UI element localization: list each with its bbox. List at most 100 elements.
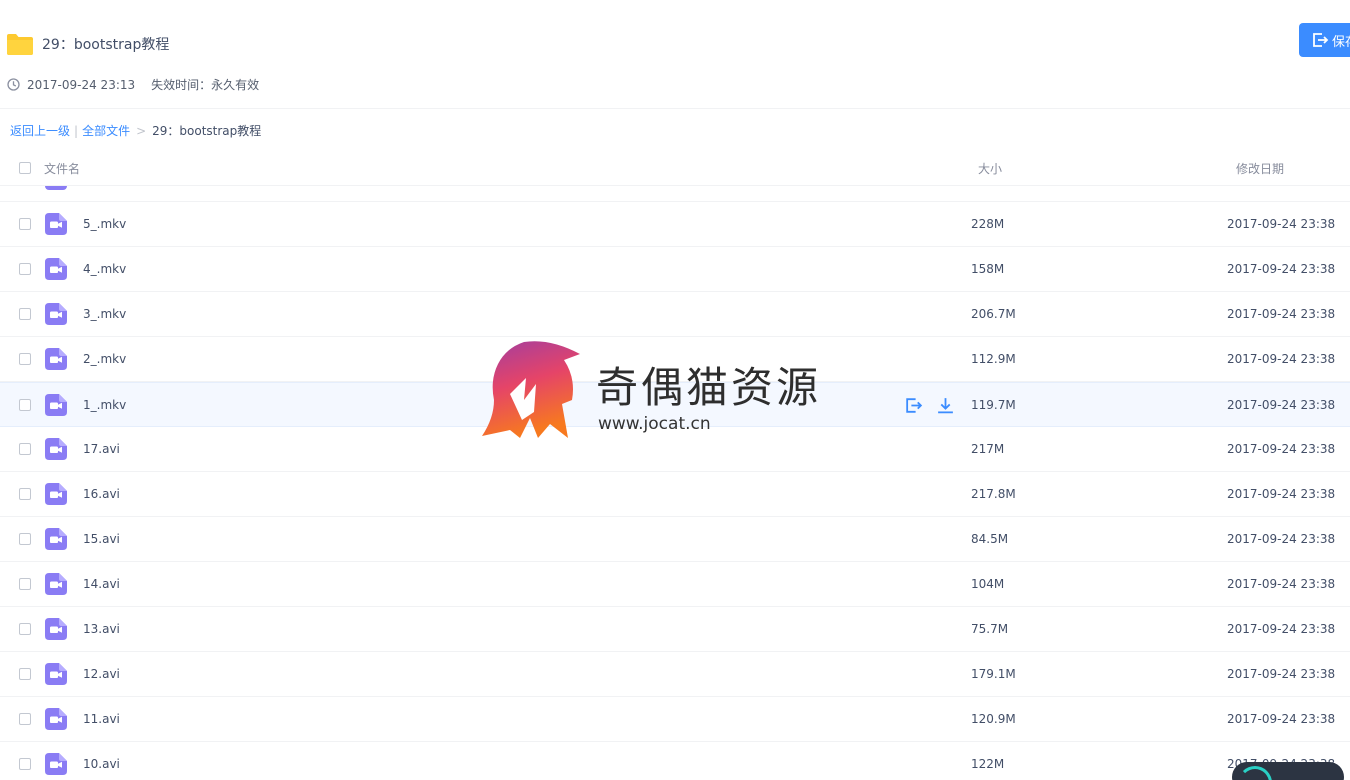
row-checkbox[interactable] [19, 353, 31, 365]
table-row[interactable]: 15.avi 84.5M 2017-09-24 23:38 [0, 517, 1350, 562]
video-file-icon [45, 528, 67, 550]
table-row[interactable]: 4_.mkv 158M 2017-09-24 23:38 [0, 247, 1350, 292]
share-meta: 2017-09-24 23:13 失效时间：永久有效 [7, 76, 259, 93]
file-list: 5_.mkv 228M 2017-09-24 23:38 4_.mkv 158M 2017… [0, 186, 1350, 780]
table-row[interactable]: 5_.mkv 228M 2017-09-24 23:38 [0, 202, 1350, 247]
file-name[interactable]: 4_.mkv [83, 262, 126, 276]
row-checkbox[interactable] [19, 488, 31, 500]
table-row[interactable]: 1_.mkv 119.7M 2017-09-24 23:38 [0, 382, 1350, 427]
file-name[interactable]: 1_.mkv [83, 398, 126, 412]
row-checkbox[interactable] [19, 218, 31, 230]
video-file-icon [45, 258, 67, 280]
row-checkbox[interactable] [19, 668, 31, 680]
file-name[interactable]: 14.avi [83, 577, 120, 591]
column-header-name[interactable]: 文件名 [44, 160, 80, 177]
folder-icon [7, 34, 33, 55]
file-size: 112.9M [971, 352, 1016, 366]
breadcrumb-back-link[interactable]: 返回上一级 [10, 124, 70, 138]
file-date: 2017-09-24 23:38 [1227, 712, 1336, 726]
file-table-header: 文件名 大小 修改日期 [0, 150, 1350, 186]
clock-icon [7, 78, 20, 91]
table-row[interactable]: 14.avi 104M 2017-09-24 23:38 [0, 562, 1350, 607]
file-name[interactable]: 17.avi [83, 442, 120, 456]
share-page: 29：bootstrap教程 2017-09-24 23:13 失效时间：永久有… [0, 0, 1350, 780]
save-to-drive-icon [1313, 33, 1329, 47]
row-checkbox[interactable] [19, 533, 31, 545]
file-name[interactable]: 2_.mkv [83, 352, 126, 366]
video-file-icon [45, 213, 67, 235]
video-file-icon [45, 663, 67, 685]
breadcrumb-separator: | [74, 124, 79, 138]
video-file-icon [45, 708, 67, 730]
file-size: 104M [971, 577, 1005, 591]
file-size: 179.1M [971, 667, 1016, 681]
created-time: 2017-09-24 23:13 [27, 77, 136, 92]
video-file-icon [45, 348, 67, 370]
row-save-button[interactable] [904, 396, 923, 415]
file-size: 75.7M [971, 622, 1009, 636]
breadcrumb: 返回上一级 | 全部文件 >29：bootstrap教程 [10, 122, 261, 139]
save-button[interactable]: 保存 [1299, 23, 1350, 57]
row-actions [904, 396, 955, 415]
column-header-date[interactable]: 修改日期 [1236, 160, 1284, 177]
table-row[interactable]: 16.avi 217.8M 2017-09-24 23:38 [0, 472, 1350, 517]
download-icon [938, 398, 953, 414]
save-to-drive-icon [906, 398, 923, 413]
file-name[interactable]: 15.avi [83, 532, 120, 546]
row-checkbox[interactable] [19, 578, 31, 590]
file-date: 2017-09-24 23:38 [1227, 532, 1336, 546]
file-date: 2017-09-24 23:38 [1227, 442, 1336, 456]
file-name[interactable]: 12.avi [83, 667, 120, 681]
table-row[interactable] [0, 186, 1350, 202]
table-row[interactable]: 12.avi 179.1M 2017-09-24 23:38 [0, 652, 1350, 697]
row-checkbox[interactable] [19, 308, 31, 320]
select-all-checkbox[interactable] [19, 162, 31, 174]
file-size: 228M [971, 217, 1005, 231]
file-date: 2017-09-24 23:38 [1227, 577, 1336, 591]
table-row[interactable]: 2_.mkv 112.9M 2017-09-24 23:38 [0, 337, 1350, 382]
file-size: 122M [971, 757, 1005, 771]
video-file-icon [45, 394, 67, 416]
floating-widget[interactable] [1232, 762, 1344, 780]
row-download-button[interactable] [936, 396, 955, 415]
video-file-icon [45, 753, 67, 775]
table-row[interactable]: 10.avi122M2017-09-24 23:38 [0, 742, 1350, 780]
row-checkbox[interactable] [19, 263, 31, 275]
table-row[interactable]: 17.avi 217M 2017-09-24 23:38 [0, 427, 1350, 472]
table-row[interactable]: 13.avi 75.7M 2017-09-24 23:38 [0, 607, 1350, 652]
file-name[interactable]: 11.avi [83, 712, 120, 726]
breadcrumb-all-files-link[interactable]: 全部文件 [82, 124, 130, 138]
file-name[interactable]: 16.avi [83, 487, 120, 501]
file-size: 120.9M [971, 712, 1016, 726]
column-header-size[interactable]: 大小 [978, 160, 1002, 177]
header-divider [0, 108, 1350, 109]
save-button-label: 保存 [1332, 34, 1350, 50]
file-size: 217M [971, 442, 1005, 456]
table-row[interactable]: 3_.mkv 206.7M 2017-09-24 23:38 [0, 292, 1350, 337]
row-checkbox[interactable] [19, 399, 31, 411]
file-size: 206.7M [971, 307, 1016, 321]
row-checkbox[interactable] [19, 623, 31, 635]
video-file-icon [45, 573, 67, 595]
breadcrumb-arrow: > [136, 124, 147, 138]
row-checkbox[interactable] [19, 713, 31, 725]
share-header: 29：bootstrap教程 2017-09-24 23:13 失效时间：永久有… [0, 0, 1350, 108]
video-file-icon [45, 618, 67, 640]
file-size: 84.5M [971, 532, 1009, 546]
file-name[interactable]: 3_.mkv [83, 307, 126, 321]
file-date: 2017-09-24 23:38 [1227, 217, 1336, 231]
row-checkbox[interactable] [19, 758, 31, 770]
table-row[interactable]: 11.avi 120.9M 2017-09-24 23:38 [0, 697, 1350, 742]
share-title: 29：bootstrap教程 [42, 37, 170, 53]
file-size: 217.8M [971, 487, 1016, 501]
file-date: 2017-09-24 23:38 [1227, 398, 1336, 412]
video-file-icon [45, 303, 67, 325]
row-checkbox[interactable] [19, 443, 31, 455]
file-name[interactable]: 13.avi [83, 622, 120, 636]
file-date: 2017-09-24 23:38 [1227, 622, 1336, 636]
progress-ring-icon [1238, 766, 1272, 780]
file-name[interactable]: 10.avi [83, 757, 120, 771]
file-date: 2017-09-24 23:38 [1227, 487, 1336, 501]
video-file-icon [45, 438, 67, 460]
file-name[interactable]: 5_.mkv [83, 217, 126, 231]
